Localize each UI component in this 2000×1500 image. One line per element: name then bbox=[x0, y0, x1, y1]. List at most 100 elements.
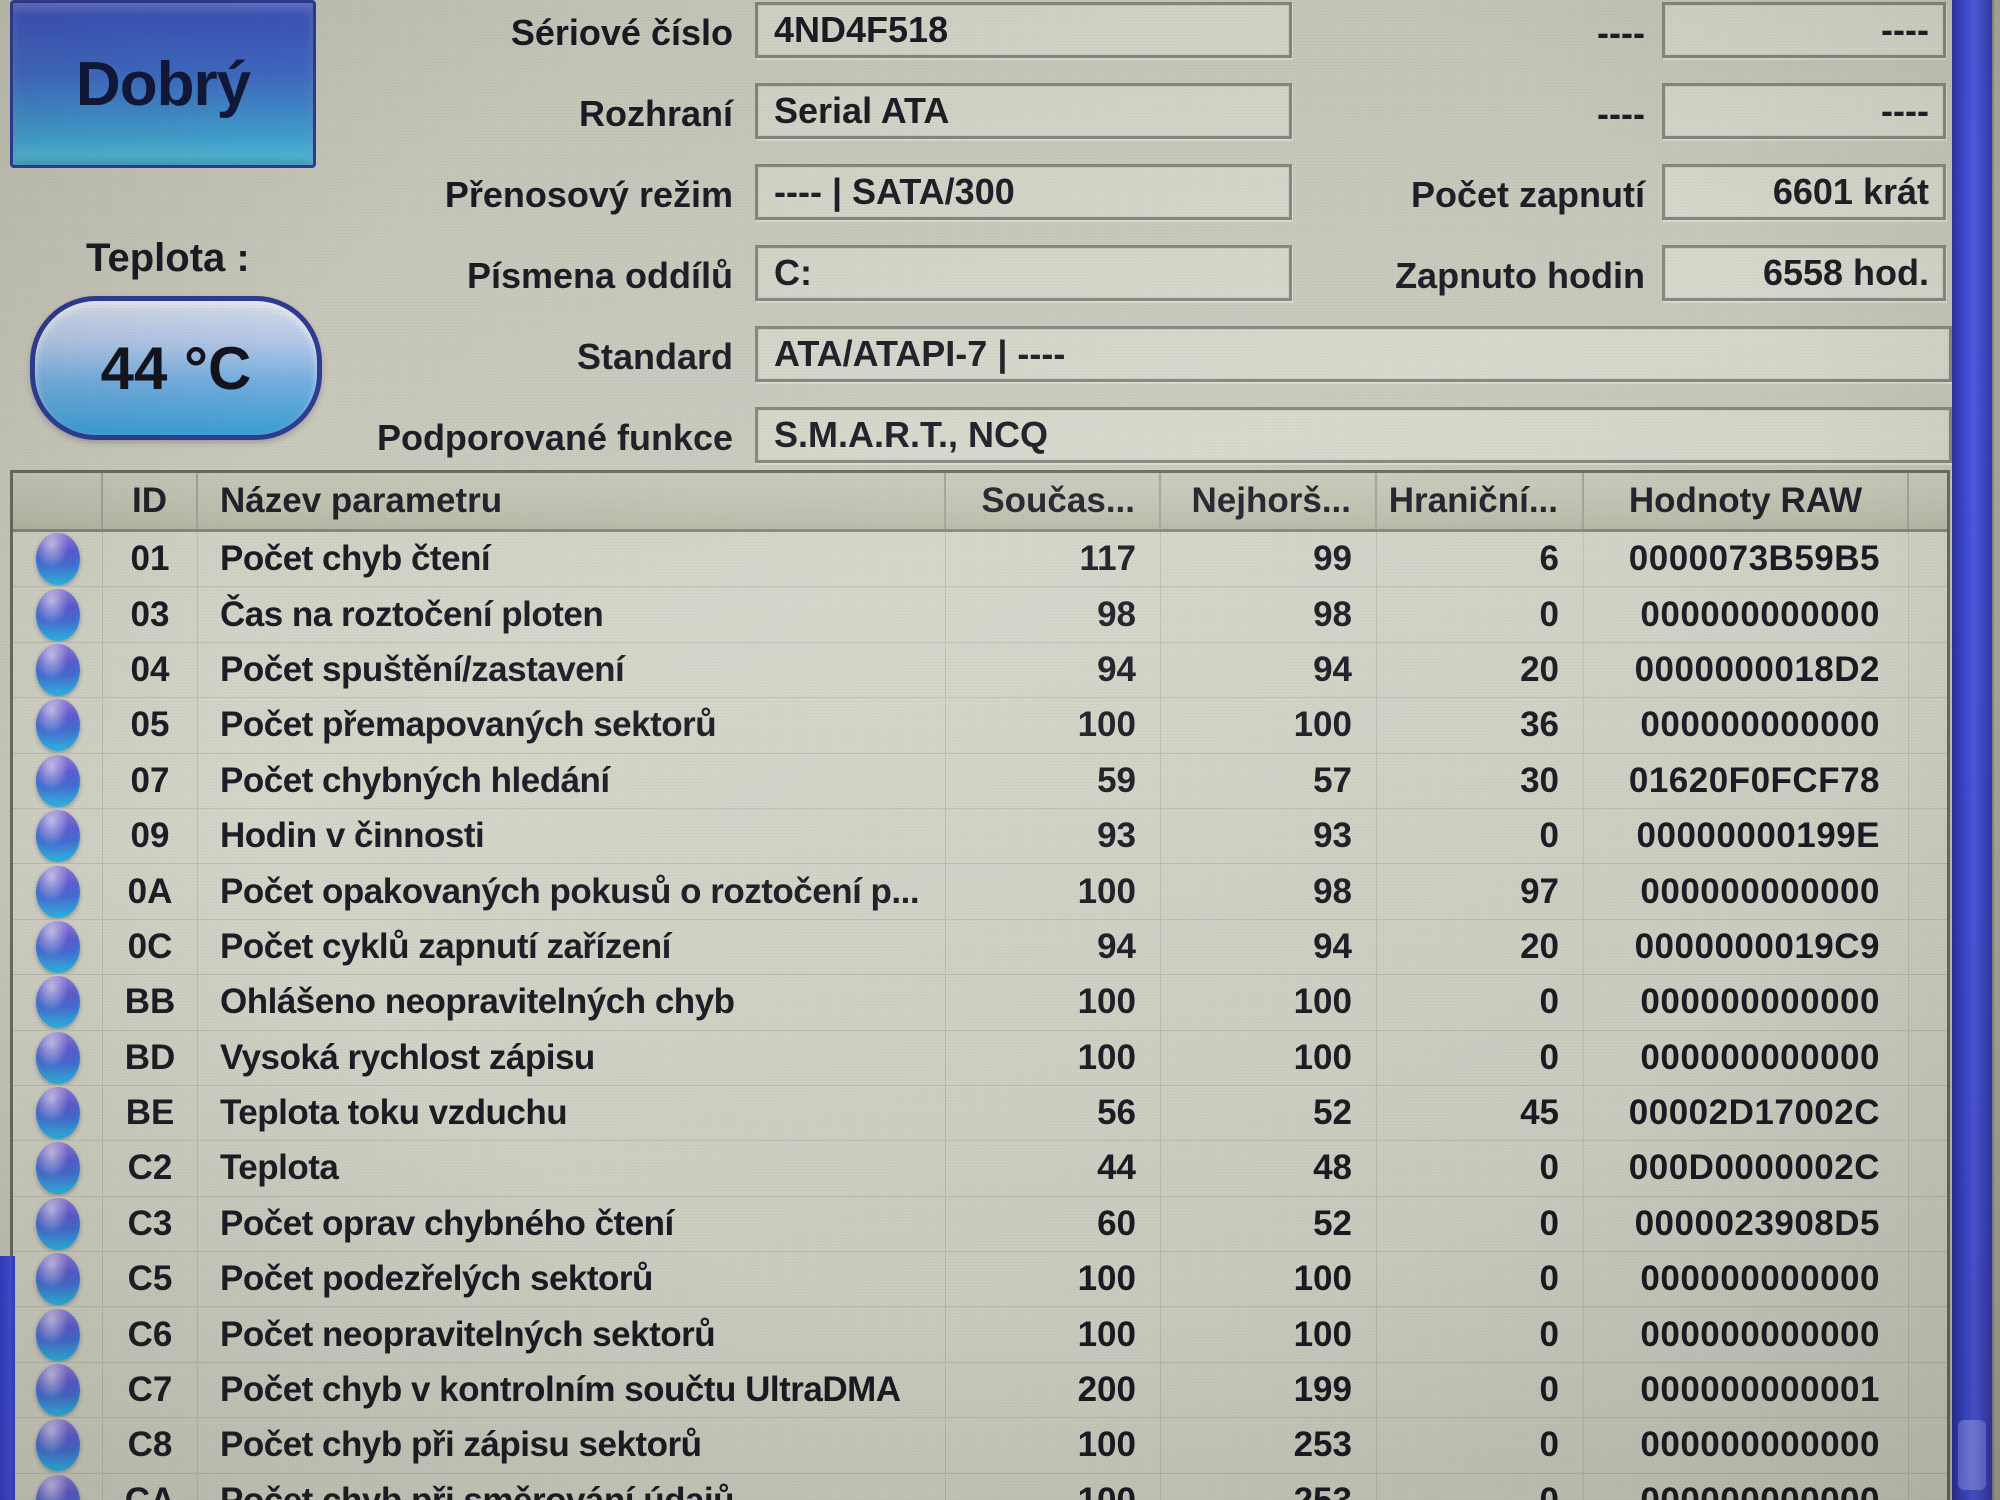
cell-id: 09 bbox=[103, 809, 198, 863]
cell-current: 100 bbox=[946, 1307, 1161, 1361]
cell-raw: 0000023908D5 bbox=[1584, 1197, 1909, 1251]
transfer-mode-field[interactable]: ---- | SATA/300 bbox=[755, 164, 1292, 220]
cell-worst: 57 bbox=[1161, 754, 1377, 808]
table-row[interactable]: C8 Počet chyb při zápisu sektorů 100 253… bbox=[13, 1418, 1947, 1473]
cell-name: Počet přemapovaných sektorů bbox=[198, 698, 946, 752]
power-on-count-field[interactable]: 6601 krát bbox=[1662, 164, 1946, 220]
cell-status bbox=[13, 754, 103, 808]
table-row[interactable]: BD Vysoká rychlost zápisu 100 100 0 0000… bbox=[13, 1031, 1947, 1086]
cell-raw: 0000000019C9 bbox=[1584, 920, 1909, 974]
cell-name: Hodin v činnosti bbox=[198, 809, 946, 863]
cell-status bbox=[13, 920, 103, 974]
cell-worst: 94 bbox=[1161, 920, 1377, 974]
cell-status bbox=[13, 1086, 103, 1140]
table-row[interactable]: 01 Počet chyb čtení 117 99 6 0000073B59B… bbox=[13, 532, 1947, 587]
table-row[interactable]: 03 Čas na roztočení ploten 98 98 0 00000… bbox=[13, 587, 1947, 642]
table-row[interactable]: C2 Teplota 44 48 0 000D0000002C bbox=[13, 1141, 1947, 1196]
cell-current: 93 bbox=[946, 809, 1161, 863]
cell-spacer bbox=[1909, 1031, 1947, 1085]
status-ball-icon bbox=[36, 644, 80, 696]
background-window-strip bbox=[1992, 0, 2000, 1500]
cell-worst: 52 bbox=[1161, 1086, 1377, 1140]
unused-counter-1-label: ---- bbox=[1245, 12, 1645, 54]
cell-worst: 93 bbox=[1161, 809, 1377, 863]
table-row[interactable]: 07 Počet chybných hledání 59 57 30 01620… bbox=[13, 754, 1947, 809]
table-row[interactable]: 04 Počet spuštění/zastavení 94 94 20 000… bbox=[13, 643, 1947, 698]
cell-name: Počet chybných hledání bbox=[198, 754, 946, 808]
table-row[interactable]: 0C Počet cyklů zapnutí zařízení 94 94 20… bbox=[13, 920, 1947, 975]
table-row[interactable]: BE Teplota toku vzduchu 56 52 45 00002D1… bbox=[13, 1086, 1947, 1141]
header-threshold[interactable]: Hraniční... bbox=[1377, 473, 1584, 529]
interface-label: Rozhraní bbox=[283, 93, 733, 135]
smart-attributes-table: ID Název parametru Součas... Nejhorš... … bbox=[10, 470, 1950, 1500]
cell-raw: 0000073B59B5 bbox=[1584, 532, 1909, 586]
table-row[interactable]: C6 Počet neopravitelných sektorů 100 100… bbox=[13, 1307, 1947, 1362]
cell-raw: 000000000000 bbox=[1584, 864, 1909, 918]
cell-name: Počet cyklů zapnutí zařízení bbox=[198, 920, 946, 974]
cell-id: C3 bbox=[103, 1197, 198, 1251]
cell-worst: 100 bbox=[1161, 1307, 1377, 1361]
table-row[interactable]: 09 Hodin v činnosti 93 93 0 00000000199E bbox=[13, 809, 1947, 864]
cell-threshold: 36 bbox=[1377, 698, 1584, 752]
header-name[interactable]: Název parametru bbox=[198, 473, 946, 529]
table-row[interactable]: C5 Počet podezřelých sektorů 100 100 0 0… bbox=[13, 1252, 1947, 1307]
temperature-caption: Teplota : bbox=[86, 236, 250, 281]
table-row[interactable]: C7 Počet chyb v kontrolním součtu UltraD… bbox=[13, 1363, 1947, 1418]
cell-current: 117 bbox=[946, 532, 1161, 586]
header-worst[interactable]: Nejhorš... bbox=[1161, 473, 1377, 529]
header-current[interactable]: Součas... bbox=[946, 473, 1161, 529]
standard-value: ATA/ATAPI-7 | ---- bbox=[774, 333, 1065, 375]
cell-status bbox=[13, 864, 103, 918]
table-row[interactable]: 0A Počet opakovaných pokusů o roztočení … bbox=[13, 864, 1947, 919]
unused-counter-1-field[interactable]: ---- bbox=[1662, 2, 1946, 58]
cell-raw: 000D0000002C bbox=[1584, 1141, 1909, 1195]
cell-raw: 01620F0FCF78 bbox=[1584, 754, 1909, 808]
table-row[interactable]: BB Ohlášeno neopravitelných chyb 100 100… bbox=[13, 975, 1947, 1030]
cell-current: 100 bbox=[946, 1252, 1161, 1306]
cell-id: C8 bbox=[103, 1418, 198, 1472]
cell-current: 94 bbox=[946, 643, 1161, 697]
cell-current: 100 bbox=[946, 1031, 1161, 1085]
standard-field[interactable]: ATA/ATAPI-7 | ---- bbox=[755, 326, 1952, 382]
cell-threshold: 20 bbox=[1377, 643, 1584, 697]
cell-name: Počet chyb při zápisu sektorů bbox=[198, 1418, 946, 1472]
cell-worst: 100 bbox=[1161, 975, 1377, 1029]
cell-worst: 199 bbox=[1161, 1363, 1377, 1417]
cell-id: BE bbox=[103, 1086, 198, 1140]
drive-letters-field[interactable]: C: bbox=[755, 245, 1292, 301]
cell-raw: 000000000000 bbox=[1584, 975, 1909, 1029]
cell-id: C6 bbox=[103, 1307, 198, 1361]
cell-current: 94 bbox=[946, 920, 1161, 974]
interface-field[interactable]: Serial ATA bbox=[755, 83, 1292, 139]
unused-counter-2-field[interactable]: ---- bbox=[1662, 83, 1946, 139]
cell-threshold: 0 bbox=[1377, 1252, 1584, 1306]
transfer-mode-value: ---- | SATA/300 bbox=[774, 171, 1015, 213]
table-row[interactable]: CA Počet chyb při směrování údajů 100 25… bbox=[13, 1474, 1947, 1500]
scrollbar-thumb[interactable] bbox=[1958, 1420, 1986, 1490]
table-row[interactable]: C3 Počet oprav chybného čtení 60 52 0 00… bbox=[13, 1197, 1947, 1252]
cell-id: BB bbox=[103, 975, 198, 1029]
header-id[interactable]: ID bbox=[103, 473, 198, 529]
power-on-hours-field[interactable]: 6558 hod. bbox=[1662, 245, 1946, 301]
status-ball-icon bbox=[36, 1475, 80, 1500]
header-raw[interactable]: Hodnoty RAW bbox=[1584, 473, 1909, 529]
smart-monitor-window: Dobrý Teplota : 44 °C Sériové číslo 4ND4… bbox=[0, 0, 2000, 1500]
cell-current: 59 bbox=[946, 754, 1161, 808]
supported-features-label: Podporované funkce bbox=[283, 417, 733, 459]
cell-spacer bbox=[1909, 1418, 1947, 1472]
table-row[interactable]: 05 Počet přemapovaných sektorů 100 100 3… bbox=[13, 698, 1947, 753]
status-ball-icon bbox=[36, 1087, 80, 1139]
cell-spacer bbox=[1909, 1363, 1947, 1417]
cell-status bbox=[13, 1252, 103, 1306]
drive-letters-value: C: bbox=[774, 252, 812, 294]
cell-spacer bbox=[1909, 754, 1947, 808]
cell-raw: 000000000000 bbox=[1584, 1031, 1909, 1085]
supported-features-field[interactable]: S.M.A.R.T., NCQ bbox=[755, 407, 1952, 463]
cell-name: Počet spuštění/zastavení bbox=[198, 643, 946, 697]
cell-status bbox=[13, 532, 103, 586]
cell-name: Počet neopravitelných sektorů bbox=[198, 1307, 946, 1361]
cell-spacer bbox=[1909, 698, 1947, 752]
serial-number-field[interactable]: 4ND4F518 bbox=[755, 2, 1292, 58]
status-ball-icon bbox=[36, 1309, 80, 1361]
cell-name: Teplota toku vzduchu bbox=[198, 1086, 946, 1140]
